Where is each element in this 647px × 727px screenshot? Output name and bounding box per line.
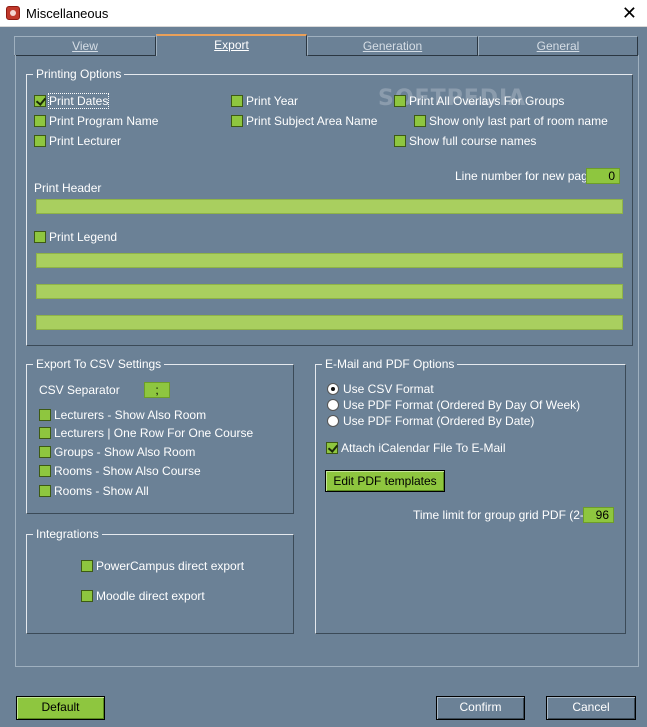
tab-view[interactable]: View <box>14 36 156 56</box>
tab-generation[interactable]: Generation <box>307 36 478 56</box>
checkbox-box[interactable] <box>81 590 93 602</box>
csv-separator-label: CSV Separator <box>39 383 120 397</box>
checkbox-box[interactable] <box>81 560 93 572</box>
checkbox-box[interactable] <box>34 135 46 147</box>
checkbox-box[interactable] <box>34 95 46 107</box>
radio-dot[interactable] <box>327 415 339 427</box>
show-last-part-room-label: Show only last part of room name <box>429 114 608 128</box>
csv-lecturers-one-row-checkbox[interactable]: Lecturers | One Row For One Course <box>39 426 253 442</box>
checkbox-box[interactable] <box>394 135 406 147</box>
moodle-export-checkbox[interactable]: Moodle direct export <box>81 589 205 605</box>
moodle-export-label: Moodle direct export <box>96 589 205 603</box>
powercampus-export-label: PowerCampus direct export <box>96 559 245 573</box>
checkbox-box[interactable] <box>39 427 51 439</box>
print-year-checkbox[interactable]: Print Year <box>231 94 298 110</box>
csv-option-label: Groups - Show Also Room <box>54 445 196 459</box>
checkbox-box[interactable] <box>39 465 51 477</box>
app-icon <box>6 6 20 20</box>
legend-line-3-field[interactable] <box>36 315 623 330</box>
checkbox-box[interactable] <box>39 446 51 458</box>
radio-csv-format[interactable]: Use CSV Format <box>327 382 434 398</box>
checkbox-box[interactable] <box>414 115 426 127</box>
print-program-name-label: Print Program Name <box>49 114 159 128</box>
print-all-overlays-checkbox[interactable]: Print All Overlays For Groups <box>394 94 564 110</box>
line-number-label: Line number for new page: <box>455 169 598 183</box>
show-full-course-names-checkbox[interactable]: Show full course names <box>394 134 536 150</box>
time-limit-input[interactable]: 96 <box>583 507 614 523</box>
radio-label: Use PDF Format (Ordered By Date) <box>343 414 535 428</box>
checkbox-box[interactable] <box>39 409 51 421</box>
checkbox-box[interactable] <box>34 115 46 127</box>
integrations-group: Integrations <box>26 527 294 634</box>
show-full-course-names-label: Show full course names <box>409 134 537 148</box>
attach-icalendar-label: Attach iCalendar File To E-Mail <box>341 441 506 455</box>
title-bar: Miscellaneous ✕ <box>0 0 647 27</box>
checkbox-box[interactable] <box>394 95 406 107</box>
print-legend-label: Print Legend <box>49 230 118 244</box>
radio-label: Use PDF Format (Ordered By Day Of Week) <box>343 398 581 412</box>
csv-separator-input[interactable]: ; <box>144 382 170 398</box>
edit-pdf-templates-button[interactable]: Edit PDF templates <box>325 470 445 492</box>
powercampus-export-checkbox[interactable]: PowerCampus direct export <box>81 559 244 575</box>
time-limit-label: Time limit for group grid PDF (2-96): <box>413 508 605 522</box>
printing-options-legend: Printing Options <box>33 67 125 81</box>
close-icon[interactable]: ✕ <box>622 2 637 24</box>
csv-option-label: Lecturers - Show Also Room <box>54 408 207 422</box>
cancel-button[interactable]: Cancel <box>546 696 636 720</box>
legend-line-2-field[interactable] <box>36 284 623 299</box>
csv-option-label: Rooms - Show All <box>54 484 149 498</box>
print-legend-checkbox[interactable]: Print Legend <box>34 230 117 246</box>
legend-line-1-field[interactable] <box>36 253 623 268</box>
tab-export[interactable]: Export <box>156 34 307 56</box>
tab-general[interactable]: General <box>478 36 638 56</box>
print-lecturer-label: Print Lecturer <box>49 134 122 148</box>
print-program-name-checkbox[interactable]: Print Program Name <box>34 114 158 130</box>
radio-dot[interactable] <box>327 383 339 395</box>
tab-export-label: Export <box>214 38 249 52</box>
radio-dot[interactable] <box>327 399 339 411</box>
checkbox-box[interactable] <box>231 115 243 127</box>
email-pdf-legend: E-Mail and PDF Options <box>322 357 458 371</box>
csv-settings-legend: Export To CSV Settings <box>33 357 165 371</box>
radio-pdf-day-of-week[interactable]: Use PDF Format (Ordered By Day Of Week) <box>327 398 580 414</box>
line-number-input[interactable]: 0 <box>586 168 620 184</box>
confirm-button[interactable]: Confirm <box>436 696 525 720</box>
csv-groups-room-checkbox[interactable]: Groups - Show Also Room <box>39 445 195 461</box>
radio-pdf-by-date[interactable]: Use PDF Format (Ordered By Date) <box>327 414 534 430</box>
checkbox-box[interactable] <box>231 95 243 107</box>
print-dates-label: Print Dates <box>47 93 110 109</box>
print-subject-area-label: Print Subject Area Name <box>246 114 378 128</box>
checkbox-box[interactable] <box>326 442 338 454</box>
window-title: Miscellaneous <box>26 6 109 21</box>
default-button[interactable]: Default <box>16 696 105 720</box>
print-year-label: Print Year <box>246 94 299 108</box>
print-all-overlays-label: Print All Overlays For Groups <box>409 94 565 108</box>
csv-option-label: Rooms - Show Also Course <box>54 464 201 478</box>
radio-label: Use CSV Format <box>343 382 434 396</box>
csv-rooms-course-checkbox[interactable]: Rooms - Show Also Course <box>39 464 201 480</box>
csv-option-label: Lecturers | One Row For One Course <box>54 426 254 440</box>
checkbox-box[interactable] <box>34 231 46 243</box>
tab-general-label: General <box>536 39 580 53</box>
print-subject-area-checkbox[interactable]: Print Subject Area Name <box>231 114 377 130</box>
attach-icalendar-checkbox[interactable]: Attach iCalendar File To E-Mail <box>326 441 506 457</box>
print-lecturer-checkbox[interactable]: Print Lecturer <box>34 134 121 150</box>
csv-lecturers-room-checkbox[interactable]: Lecturers - Show Also Room <box>39 408 206 424</box>
tab-view-label: View <box>72 39 98 53</box>
integrations-legend: Integrations <box>33 527 102 541</box>
show-last-part-room-checkbox[interactable]: Show only last part of room name <box>414 114 608 130</box>
checkbox-box[interactable] <box>39 485 51 497</box>
csv-rooms-all-checkbox[interactable]: Rooms - Show All <box>39 484 149 500</box>
print-dates-checkbox[interactable]: Print Dates <box>34 93 110 110</box>
print-header-label: Print Header <box>34 181 102 195</box>
print-header-field[interactable] <box>36 199 623 214</box>
tab-generation-label: Generation <box>362 39 423 53</box>
